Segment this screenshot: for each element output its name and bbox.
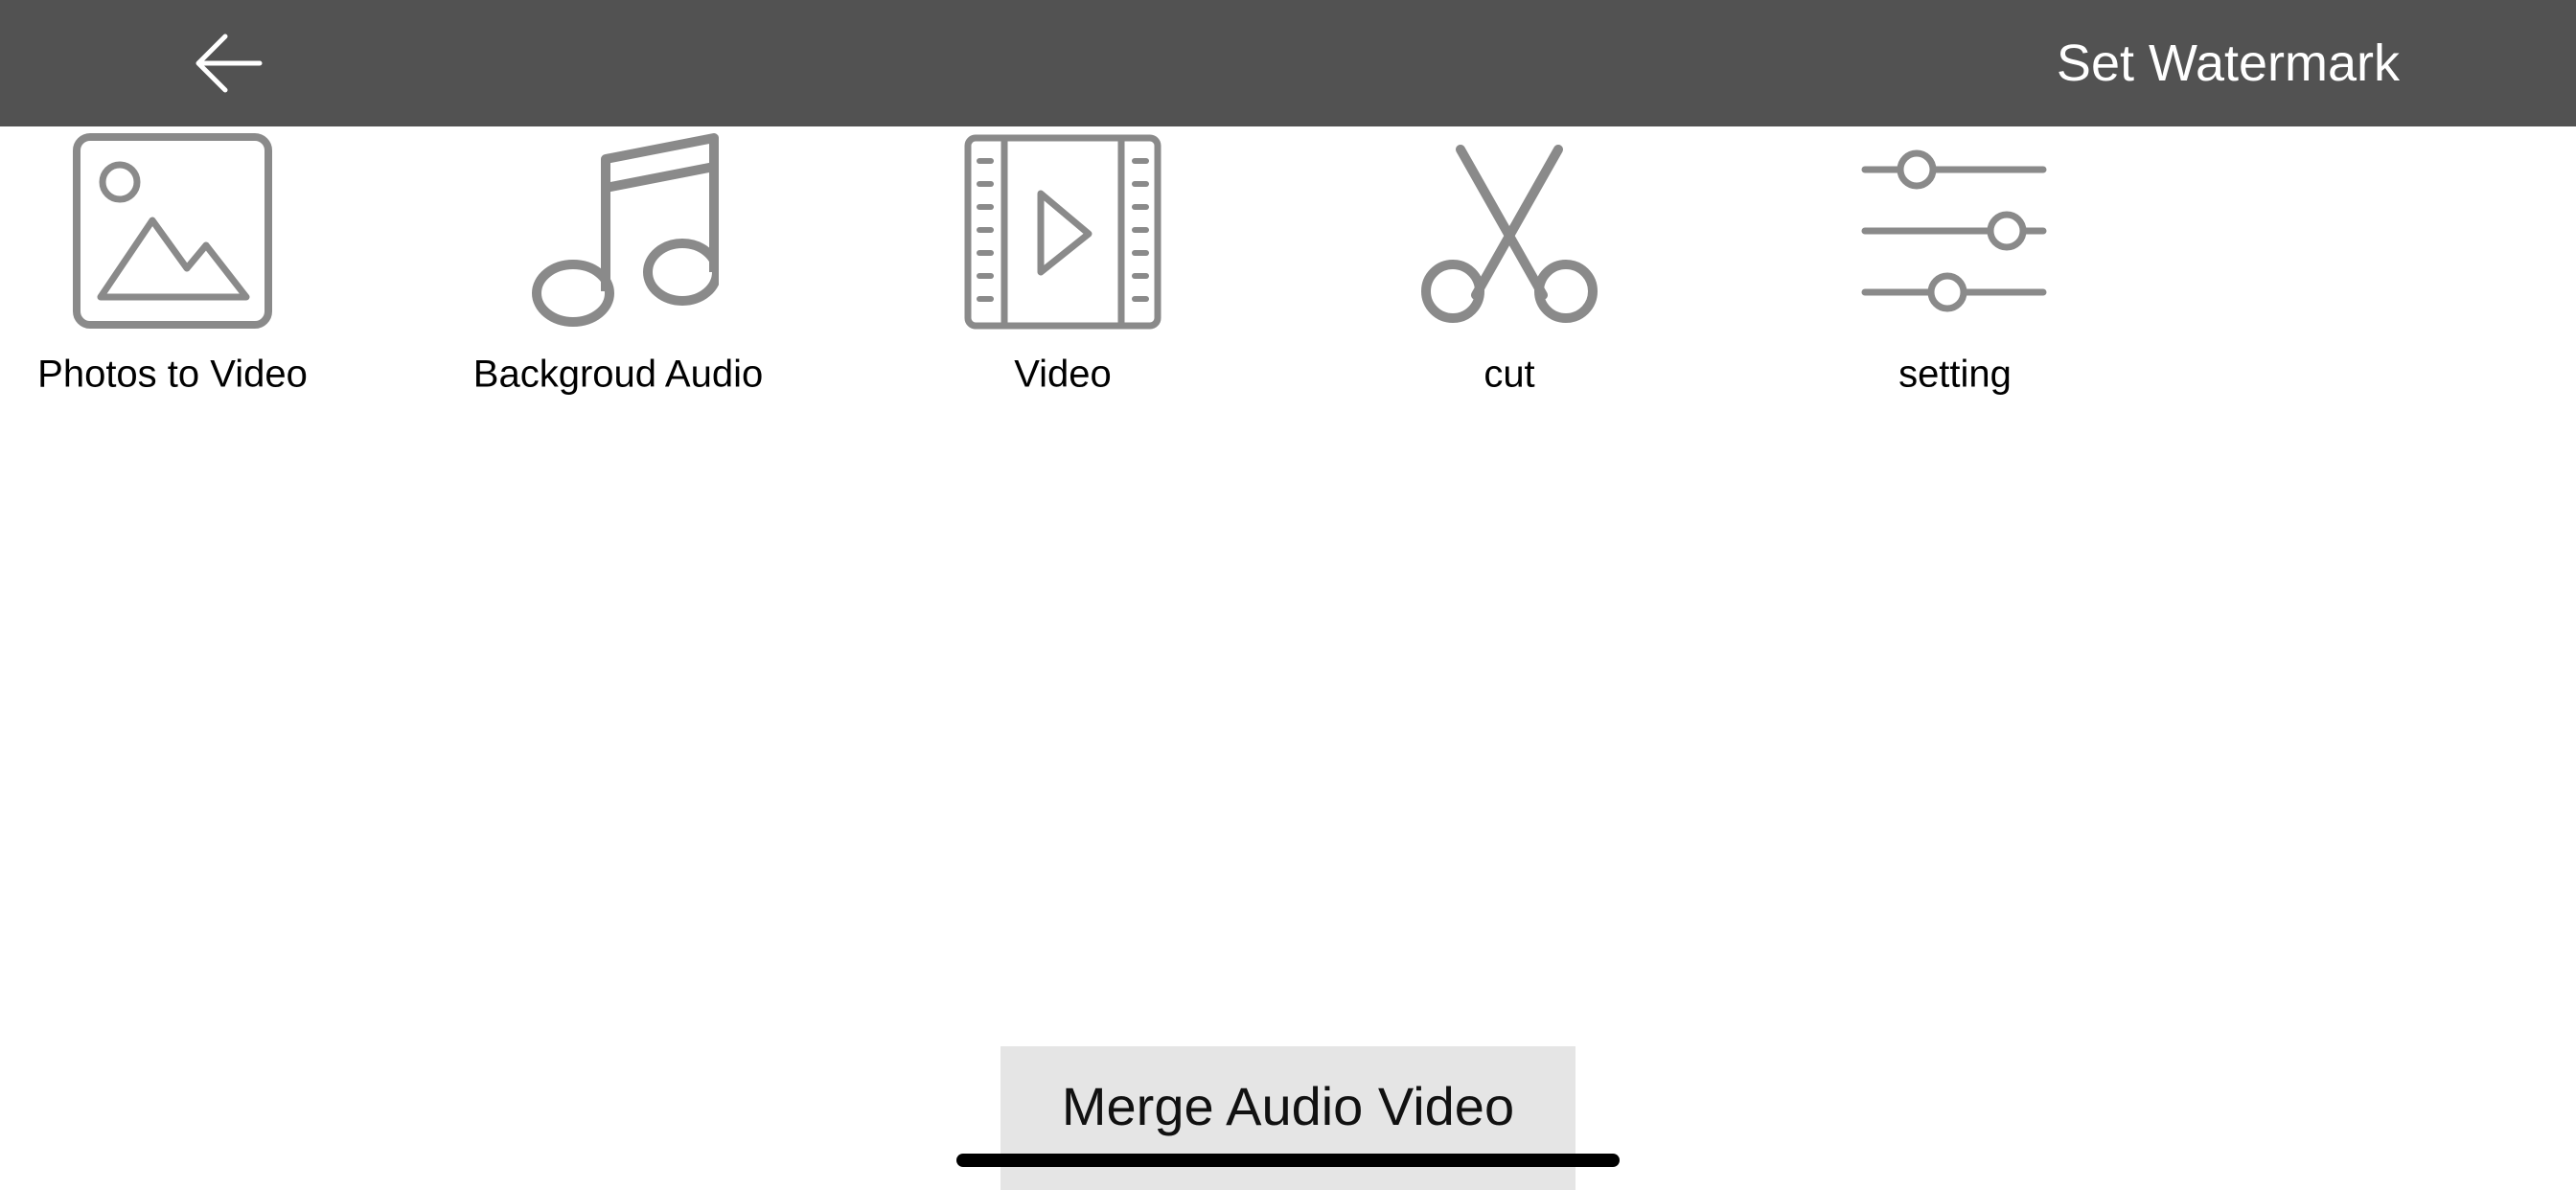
image-icon	[73, 133, 272, 329]
tool-label: cut	[1484, 353, 1535, 396]
film-play-icon	[964, 134, 1162, 330]
arrow-left-icon	[196, 34, 263, 93]
video-tool[interactable]: Video	[871, 132, 1254, 439]
setting-tool[interactable]: setting	[1763, 132, 2147, 439]
home-indicator[interactable]	[956, 1154, 1620, 1167]
back-button[interactable]	[188, 25, 268, 102]
top-navigation-bar: Set Watermark	[0, 0, 2576, 126]
scissors-icon	[1421, 145, 1598, 323]
tool-label: setting	[1898, 353, 2012, 396]
tool-label: Photos to Video	[37, 353, 308, 396]
tool-label: Backgroud Audio	[472, 353, 764, 396]
merge-audio-video-button[interactable]: Merge Audio Video	[1000, 1046, 1576, 1190]
music-note-icon	[532, 133, 719, 327]
background-audio-tool[interactable]: Backgroud Audio	[426, 132, 810, 439]
sliders-icon	[1861, 149, 2047, 312]
photos-to-video-tool[interactable]: Photos to Video	[0, 132, 364, 439]
tool-label: Video	[1014, 353, 1112, 396]
set-watermark-button[interactable]: Set Watermark	[2057, 0, 2400, 126]
cut-tool[interactable]: cut	[1318, 132, 1701, 439]
merge-button-label: Merge Audio Video	[1061, 1076, 1515, 1136]
app-screen: Set Watermark Photos to Video Backgroud …	[0, 0, 2576, 1190]
